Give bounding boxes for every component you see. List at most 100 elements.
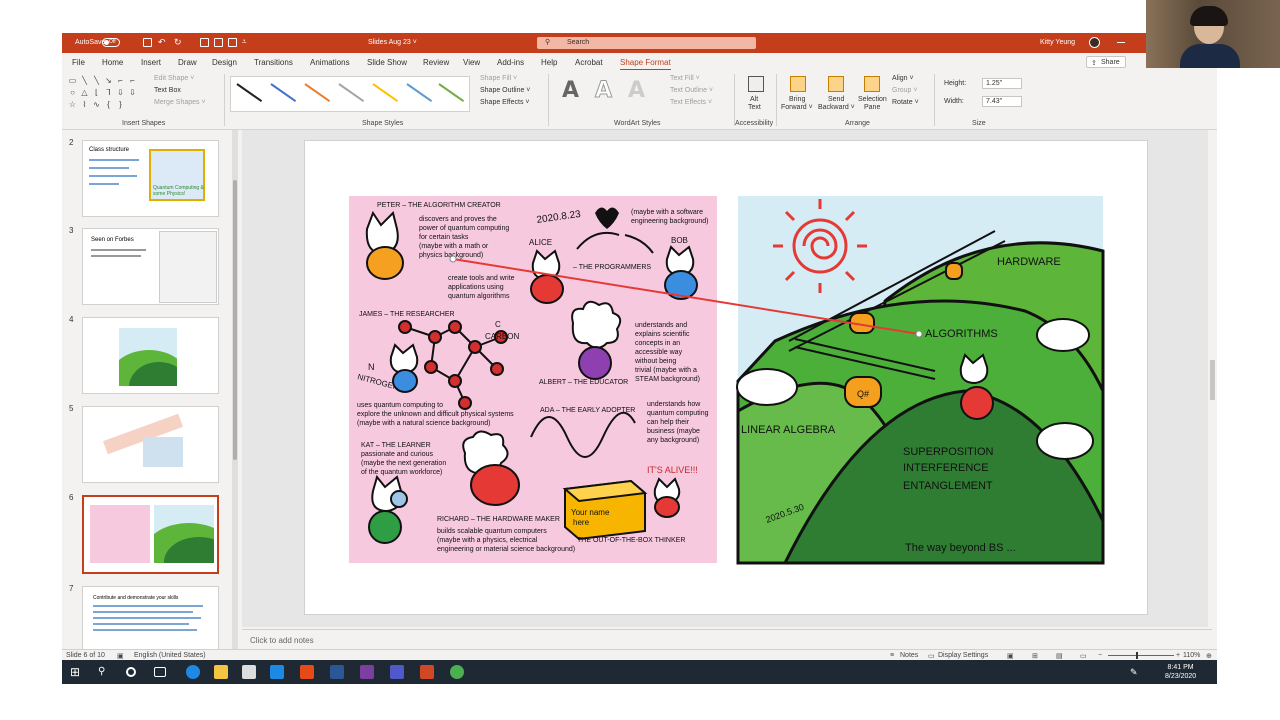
selection-handle-start[interactable]	[449, 255, 457, 263]
store-icon[interactable]	[242, 665, 256, 679]
tab-slide-show[interactable]: Slide Show	[367, 58, 407, 67]
format-painter-icon[interactable]	[214, 38, 223, 47]
user-name[interactable]: Kitty Yeung	[1040, 39, 1075, 46]
teams-icon[interactable]	[390, 665, 404, 679]
spell-check-icon[interactable]: ▣	[117, 652, 124, 660]
powerpoint-icon[interactable]	[420, 665, 434, 679]
reading-view-icon[interactable]: ▤	[1056, 652, 1063, 660]
display-settings-icon[interactable]: ▭	[928, 652, 935, 660]
width-input[interactable]: 7.43"	[982, 96, 1022, 107]
send-backward-icon[interactable]	[828, 76, 844, 92]
shape-styles-gallery[interactable]	[230, 76, 470, 112]
slide-thumbnail-2[interactable]: Class structure Quantum Computing & some…	[82, 140, 219, 217]
current-slide[interactable]: PETER – THE ALGORITHM CREATOR discovers …	[304, 140, 1148, 615]
brace2-shape-icon[interactable]: }	[116, 100, 125, 109]
share-button[interactable]: ⇪ Share	[1086, 56, 1126, 68]
slideshow-view-icon[interactable]: ▭	[1080, 652, 1087, 660]
tab-add-ins[interactable]: Add-ins	[497, 58, 524, 67]
align-button[interactable]: Align ˅	[892, 75, 914, 82]
text-effects-button[interactable]: Text Effects ˅	[670, 99, 712, 106]
shape-outline-button[interactable]: Shape Outline ˅	[480, 87, 530, 94]
minimize-icon[interactable]	[1117, 38, 1125, 43]
zoom-slider[interactable]	[1108, 655, 1174, 656]
notes-button[interactable]: Notes	[900, 652, 918, 659]
merge-shapes-button[interactable]: Merge Shapes ˅	[154, 99, 206, 106]
wordart-style-2[interactable]: A	[594, 78, 612, 104]
slide-sorter-icon[interactable]: ⊞	[1032, 652, 1038, 660]
search-icon[interactable]: ⚲	[98, 665, 112, 679]
tab-design[interactable]: Design	[212, 58, 237, 67]
thumbnails-scrollbar[interactable]	[232, 130, 238, 649]
slide-thumbnail-4[interactable]	[82, 317, 219, 394]
wordart-style-3[interactable]: A	[628, 78, 645, 103]
bring-forward-label-2[interactable]: Forward ˅	[781, 104, 813, 111]
notes-icon[interactable]: ≡	[890, 652, 894, 659]
bracket-shape-icon[interactable]: ⇩	[116, 88, 125, 97]
mail-icon[interactable]	[270, 665, 284, 679]
start-slideshow-icon[interactable]	[228, 38, 237, 47]
cortana-icon[interactable]	[126, 667, 136, 677]
textbox-shape-icon[interactable]: ▭	[68, 76, 77, 85]
undo-icon[interactable]: ↶	[158, 37, 166, 48]
system-clock[interactable]: 8:41 PM 8/23/2020	[1165, 663, 1196, 681]
tab-acrobat[interactable]: Acrobat	[575, 58, 603, 67]
tab-view[interactable]: View	[463, 58, 480, 67]
tab-review[interactable]: Review	[423, 58, 449, 67]
zoom-out-icon[interactable]: −	[1098, 652, 1102, 659]
document-title[interactable]: Slides Aug 23 ˅	[368, 39, 417, 46]
bring-forward-label-1[interactable]: Bring	[789, 96, 805, 103]
scroll-thumb[interactable]	[1210, 360, 1215, 400]
slide-editor[interactable]: PETER – THE ALGORITHM CREATOR discovers …	[242, 130, 1212, 627]
wordart-style-1[interactable]: A	[562, 78, 579, 103]
style-swatch[interactable]	[338, 83, 365, 103]
bring-forward-icon[interactable]	[790, 76, 806, 92]
file-explorer-icon[interactable]	[214, 665, 228, 679]
connector2-shape-icon[interactable]: ⌐	[128, 76, 137, 85]
slide-thumbnail-3[interactable]: Seen on Forbes	[82, 228, 219, 305]
line-shape-icon[interactable]: ╲	[80, 76, 89, 85]
height-input[interactable]: 1.25"	[982, 78, 1022, 89]
redo-icon[interactable]: ↻	[174, 37, 182, 48]
alt-text-icon[interactable]	[748, 76, 764, 92]
text-box-button[interactable]: Text Box	[154, 87, 181, 94]
down-arrow-shape-icon[interactable]: ⇩	[128, 88, 137, 97]
tab-animations[interactable]: Animations	[310, 58, 350, 67]
style-swatch[interactable]	[304, 83, 331, 103]
display-settings-button[interactable]: Display Settings	[938, 652, 988, 659]
roles-illustration[interactable]: PETER – THE ALGORITHM CREATOR discovers …	[349, 196, 717, 563]
language-label[interactable]: English (United States)	[134, 652, 206, 659]
selection-pane-label-2[interactable]: Pane	[864, 104, 880, 111]
triangle-shape-icon[interactable]: △	[80, 88, 89, 97]
style-swatch[interactable]	[270, 83, 297, 103]
pen-icon[interactable]: ✎	[1130, 665, 1144, 679]
slide-thumbnail-5[interactable]	[82, 406, 219, 483]
slide-thumbnail-6[interactable]	[82, 495, 219, 574]
wave-shape-icon[interactable]: ∿	[92, 100, 101, 109]
selection-pane-label-1[interactable]: Selection	[858, 96, 887, 103]
windows-start-icon[interactable]: ⊞	[70, 665, 84, 679]
normal-view-icon[interactable]: ▣	[1007, 652, 1014, 660]
tab-help[interactable]: Help	[541, 58, 557, 67]
selection-pane-icon[interactable]	[864, 76, 880, 92]
connector-shape-icon[interactable]: ⌐	[116, 76, 125, 85]
hills-illustration[interactable]: HARDWARE ALGORITHMS Q# LINEAR ALGEBRA SU…	[736, 196, 1105, 565]
search-box[interactable]: ⚲ Search	[537, 37, 756, 49]
arrow-shape-icon[interactable]: ↘	[104, 76, 113, 85]
selection-handle-end[interactable]	[915, 330, 923, 338]
tab-draw[interactable]: Draw	[178, 58, 197, 67]
editor-scrollbar[interactable]	[1208, 130, 1217, 630]
tab-home[interactable]: Home	[102, 58, 123, 67]
style-swatch[interactable]	[438, 83, 465, 103]
bend-shape-icon[interactable]: ⅂	[104, 88, 113, 97]
send-backward-label-2[interactable]: Backward ˅	[818, 104, 855, 111]
tab-transitions[interactable]: Transitions	[254, 58, 293, 67]
present-icon[interactable]	[200, 38, 209, 47]
line2-shape-icon[interactable]: ╲	[92, 76, 101, 85]
notes-pane[interactable]: Click to add notes	[242, 629, 1212, 649]
alt-text-label-2[interactable]: Text	[748, 104, 761, 111]
zoom-in-icon[interactable]: +	[1176, 652, 1180, 659]
user-avatar[interactable]	[1089, 37, 1100, 48]
office-icon[interactable]	[300, 665, 314, 679]
text-outline-button[interactable]: Text Outline ˅	[670, 87, 713, 94]
task-view-icon[interactable]	[154, 667, 166, 677]
